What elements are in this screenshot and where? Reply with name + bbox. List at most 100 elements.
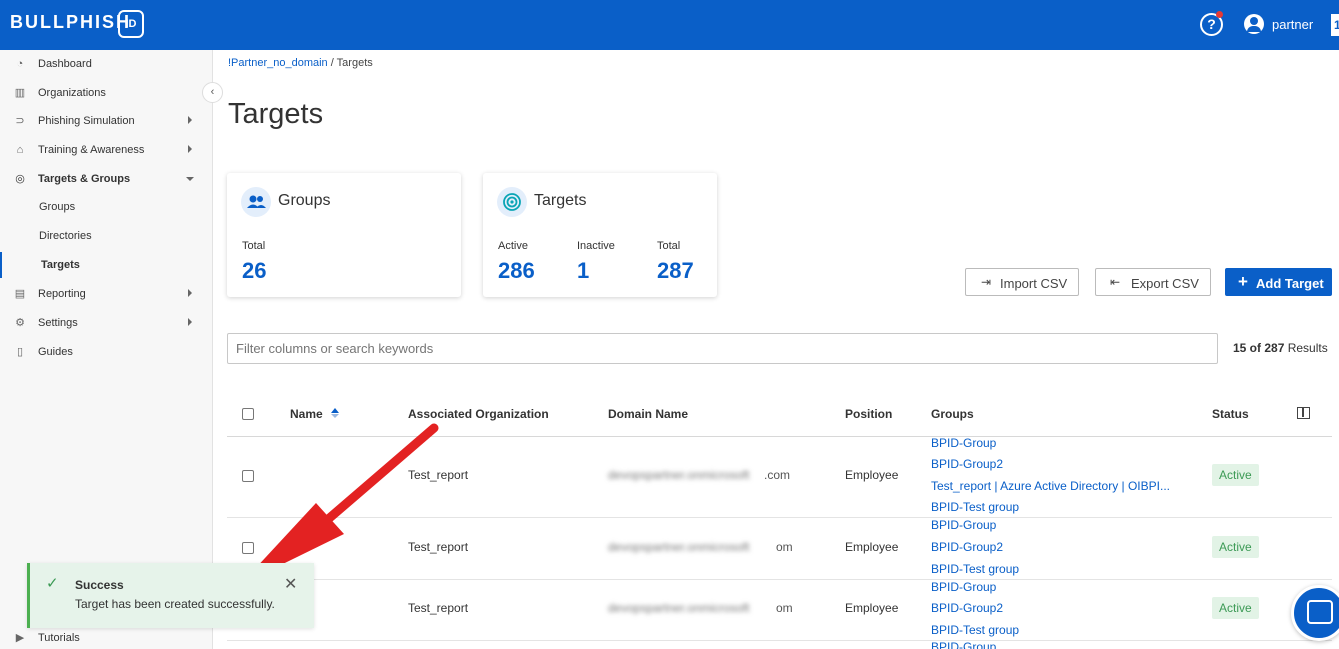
check-icon: ✓ — [46, 575, 59, 592]
cell-position: Employee — [845, 540, 899, 554]
sidebar-item-label: Settings — [38, 317, 78, 329]
add-target-button[interactable]: + Add Target — [1225, 268, 1332, 296]
button-label: Import CSV — [1000, 276, 1068, 291]
stat-label: Total — [657, 240, 681, 252]
chevron-right-icon — [188, 116, 192, 124]
button-label: Export CSV — [1131, 276, 1199, 291]
chevron-right-icon — [188, 318, 192, 326]
status-badge: Active — [1212, 597, 1259, 619]
column-header-domain[interactable]: Domain Name — [608, 407, 688, 421]
sidebar-item-phishing-simulation[interactable]: ⊃ Phishing Simulation — [0, 108, 212, 134]
sidebar-item-reporting[interactable]: ▤ Reporting — [0, 281, 212, 307]
button-label: Add Target — [1256, 276, 1324, 291]
card-title: Targets — [534, 192, 587, 209]
import-icon: ⇥ — [981, 275, 992, 289]
sidebar-item-label: Groups — [39, 201, 76, 213]
sidebar-item-settings[interactable]: ⚙ Settings — [0, 310, 212, 336]
chevron-down-icon — [186, 177, 194, 181]
column-header-status[interactable]: Status — [1212, 407, 1249, 421]
sidebar-item-label: Dashboard — [38, 58, 92, 70]
stat-label: Total — [242, 240, 266, 252]
row-divider — [227, 517, 1332, 518]
brand-logo[interactable]: BULLPHISH — [10, 12, 131, 33]
cell-position: Employee — [845, 468, 899, 482]
people-icon — [241, 187, 271, 217]
card-title: Groups — [278, 192, 331, 209]
export-icon: ⇤ — [1110, 275, 1121, 289]
page-title: Targets — [228, 98, 324, 130]
export-csv-button[interactable]: ⇤ Export CSV — [1095, 268, 1211, 296]
column-header-name[interactable]: Name — [290, 407, 323, 421]
collapse-sidebar-button[interactable]: ‹ — [202, 82, 223, 103]
breadcrumb: !Partner_no_domain / Targets — [228, 57, 373, 69]
cell-organization: Test_report — [408, 540, 469, 554]
status-badge: Active — [1212, 464, 1259, 486]
sidebar-item-tutorials[interactable]: ▶ Tutorials — [0, 625, 212, 649]
sidebar: ◔ Dashboard ▥ Organizations ⊃ Phishing S… — [0, 50, 213, 649]
column-header-position[interactable]: Position — [845, 407, 892, 421]
success-toast: ✓ Success Target has been created succes… — [27, 563, 314, 628]
group-link[interactable]: BPID-Group — [931, 436, 996, 450]
chat-bubble-icon[interactable] — [1291, 585, 1339, 641]
chevron-right-icon — [188, 145, 192, 153]
group-link[interactable]: BPID-Group2 — [931, 457, 1003, 471]
sidebar-item-targets-groups[interactable]: ◎ Targets & Groups — [0, 166, 212, 192]
sidebar-item-label: Targets — [41, 259, 80, 271]
group-link[interactable]: BPID-Group2 — [931, 601, 1003, 615]
sidebar-item-label: Directories — [39, 230, 92, 242]
sidebar-item-guides[interactable]: ▯ Guides — [0, 339, 212, 365]
sidebar-item-label: Tutorials — [38, 632, 80, 644]
sidebar-item-label: Phishing Simulation — [38, 115, 135, 127]
group-link[interactable]: BPID-Group — [931, 580, 996, 594]
sidebar-item-label: Targets & Groups — [38, 173, 131, 185]
play-icon: ▶ — [15, 632, 25, 644]
results-number: 15 of 287 — [1233, 341, 1285, 355]
select-all-checkbox[interactable] — [242, 408, 254, 420]
columns-icon[interactable] — [1297, 407, 1310, 419]
cell-domain-redacted: devopspartner.onmicrosoft — [608, 540, 750, 554]
edge-badge: 1 — [1331, 14, 1339, 36]
sidebar-item-dashboard[interactable]: ◔ Dashboard — [0, 51, 212, 77]
brand-id-badge: ID — [118, 10, 144, 38]
sidebar-item-directories[interactable]: Directories — [0, 223, 212, 249]
cell-organization: Test_report — [408, 468, 469, 482]
sidebar-item-label: Guides — [38, 346, 73, 358]
group-link[interactable]: BPID-Group — [931, 640, 996, 649]
sidebar-item-groups[interactable]: Groups — [0, 194, 212, 220]
stat-value: 26 — [242, 258, 267, 283]
results-count: 15 of 287 Results — [1233, 341, 1328, 355]
column-header-groups[interactable]: Groups — [931, 407, 974, 421]
report-icon: ▤ — [14, 288, 26, 300]
search-input[interactable] — [227, 333, 1218, 364]
stat-value: 286 — [498, 258, 535, 283]
sidebar-item-training[interactable]: ⌂ Training & Awareness — [0, 137, 212, 163]
book-icon: ▯ — [16, 346, 24, 358]
row-divider — [227, 640, 1332, 641]
breadcrumb-link[interactable]: !Partner_no_domain — [228, 57, 328, 69]
gear-icon: ⚙ — [15, 317, 25, 329]
import-csv-button[interactable]: ⇥ Import CSV — [965, 268, 1079, 296]
group-link[interactable]: BPID-Group — [931, 518, 996, 532]
group-link[interactable]: BPID-Group2 — [931, 540, 1003, 554]
close-icon[interactable]: ✕ — [284, 574, 297, 594]
cell-domain: .com — [764, 468, 791, 482]
cell-position: Employee — [845, 601, 899, 615]
group-link[interactable]: BPID-Test group — [931, 623, 1019, 637]
column-header-org[interactable]: Associated Organization — [408, 407, 549, 421]
group-link[interactable]: Test_report | Azure Active Directory | O… — [931, 479, 1170, 493]
breadcrumb-separator: / — [327, 57, 337, 69]
group-link[interactable]: BPID-Test group — [931, 500, 1019, 514]
sort-ascending-icon[interactable] — [331, 408, 339, 418]
row-checkbox[interactable] — [242, 542, 254, 554]
sidebar-item-organizations[interactable]: ▥ Organizations — [0, 80, 212, 106]
sidebar-item-targets[interactable]: Targets — [0, 252, 212, 278]
toast-message: Target has been created successfully. — [75, 597, 275, 611]
cell-domain: om — [776, 601, 793, 615]
user-avatar-icon[interactable] — [1244, 14, 1264, 34]
row-checkbox[interactable] — [242, 470, 254, 482]
dashboard-icon: ◔ — [16, 58, 24, 70]
user-name[interactable]: partner — [1272, 17, 1313, 32]
groups-summary-card: Groups Total 26 — [227, 173, 461, 297]
group-link[interactable]: BPID-Test group — [931, 562, 1019, 576]
cell-domain-redacted: devopspartner.onmicrosoft — [608, 468, 750, 482]
